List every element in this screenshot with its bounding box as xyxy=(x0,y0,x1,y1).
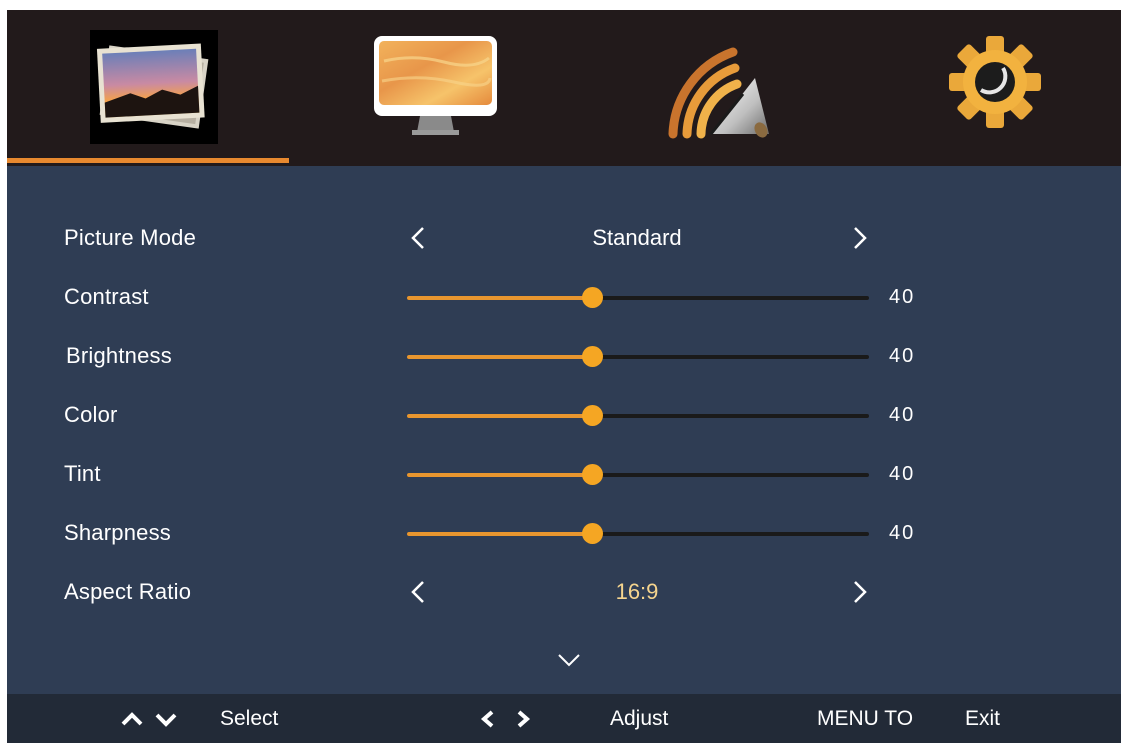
left-right-arrows-icon xyxy=(480,710,531,728)
gear-icon xyxy=(949,36,1041,128)
tint-slider[interactable] xyxy=(407,464,869,485)
aspect-ratio-label: Aspect Ratio xyxy=(64,579,192,604)
contrast-value: 40 xyxy=(889,286,916,308)
category-bar xyxy=(7,10,1121,166)
contrast-row[interactable]: Contrast 40 xyxy=(7,277,1121,317)
tint-value: 40 xyxy=(889,463,916,485)
color-label: Color xyxy=(64,402,118,427)
slider-fill xyxy=(407,414,592,418)
tab-display[interactable] xyxy=(287,10,567,166)
slider-fill xyxy=(407,532,592,536)
picture-mode-row[interactable]: Picture Mode Standard xyxy=(7,218,1121,258)
sharpness-value: 40 xyxy=(889,522,916,544)
slider-thumb[interactable] xyxy=(582,464,603,485)
contrast-label: Contrast xyxy=(64,284,149,309)
brightness-row[interactable]: Brightness 40 xyxy=(7,336,1121,376)
picture-settings-list: Picture Mode Standard Contrast 40 Bright… xyxy=(7,166,1121,694)
aspect-ratio-value: 16:9 xyxy=(615,579,659,604)
chevron-right-icon[interactable] xyxy=(847,226,871,250)
signal-icon xyxy=(668,47,769,139)
contrast-slider[interactable] xyxy=(407,287,869,308)
tab-sound[interactable] xyxy=(567,10,847,166)
tv-menu: Picture Mode Standard Contrast 40 Bright… xyxy=(7,10,1121,743)
chevron-left-icon[interactable] xyxy=(407,580,431,604)
tint-row[interactable]: Tint 40 xyxy=(7,454,1121,494)
chevron-left-icon[interactable] xyxy=(407,226,431,250)
color-row[interactable]: Color 40 xyxy=(7,395,1121,435)
color-value: 40 xyxy=(889,404,916,426)
brightness-slider[interactable] xyxy=(407,346,869,367)
tab-settings[interactable] xyxy=(847,10,1121,166)
aspect-ratio-row[interactable]: Aspect Ratio 16:9 xyxy=(7,572,1121,612)
select-hint: Select xyxy=(220,707,279,730)
color-slider[interactable] xyxy=(407,405,869,426)
scroll-down-chevron-icon[interactable] xyxy=(557,650,581,670)
tint-label: Tint xyxy=(64,461,101,486)
up-down-arrows-icon xyxy=(121,712,177,727)
adjust-hint: Adjust xyxy=(610,707,669,730)
picture-icon xyxy=(90,30,218,144)
slider-thumb[interactable] xyxy=(582,287,603,308)
brightness-label: Brightness xyxy=(66,343,172,368)
selected-tab-indicator xyxy=(7,158,289,163)
tab-picture[interactable] xyxy=(7,10,287,166)
slider-thumb[interactable] xyxy=(582,523,603,544)
slider-thumb[interactable] xyxy=(582,346,603,367)
slider-fill xyxy=(407,355,592,359)
sharpness-row[interactable]: Sharpness 40 xyxy=(7,513,1121,553)
picture-mode-label: Picture Mode xyxy=(64,225,197,250)
monitor-icon xyxy=(374,36,497,135)
key-hint-bar: Select Adjust MENU TO Exit xyxy=(7,694,1121,743)
exit-hint: Exit xyxy=(965,707,1001,730)
slider-thumb[interactable] xyxy=(582,405,603,426)
picture-mode-value: Standard xyxy=(592,225,682,250)
chevron-right-icon[interactable] xyxy=(847,580,871,604)
slider-fill xyxy=(407,473,592,477)
sharpness-slider[interactable] xyxy=(407,523,869,544)
slider-fill xyxy=(407,296,592,300)
menu-to-hint: MENU TO xyxy=(817,707,914,730)
brightness-value: 40 xyxy=(889,345,916,367)
sharpness-label: Sharpness xyxy=(64,520,171,545)
